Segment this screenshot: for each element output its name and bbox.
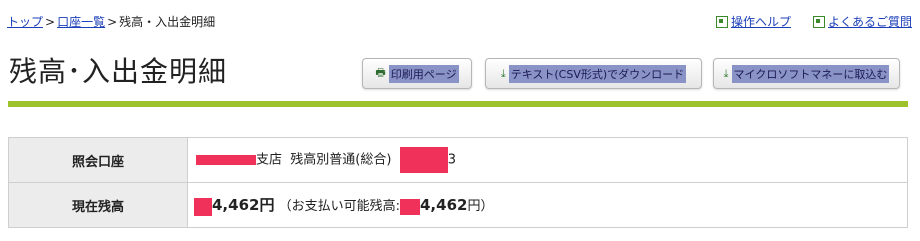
print-page-label: 印刷用ページ bbox=[388, 64, 459, 83]
breadcrumb-top-link[interactable]: トップ bbox=[7, 15, 43, 29]
printer-icon: 🖶 bbox=[375, 66, 386, 79]
account-number-tail: 3 bbox=[447, 152, 456, 168]
current-balance: 4,462 bbox=[212, 196, 260, 215]
available-balance: 4,462 bbox=[420, 196, 468, 215]
page-title: 残高･入出金明細 bbox=[9, 55, 228, 88]
download-icon: ⤓ bbox=[500, 66, 506, 80]
new-window-icon bbox=[715, 16, 728, 28]
operation-help-link[interactable]: 操作ヘルプ bbox=[715, 14, 791, 30]
account-value: 支店 残高別普通(総合) 3 bbox=[187, 137, 908, 183]
faq-label: よくあるご質問 bbox=[827, 15, 912, 29]
top-bar: トップ > 口座一覧 > 残高・入出金明細 操作ヘルプ よくあるご質問 bbox=[0, 0, 920, 34]
section-divider bbox=[8, 101, 908, 107]
faq-link[interactable]: よくあるご質問 bbox=[812, 14, 912, 30]
breadcrumb-current: 残高・入出金明細 bbox=[119, 15, 216, 29]
ms-money-import-label: マイクロソフトマネーに取込む bbox=[731, 64, 890, 83]
account-label: 照会口座 bbox=[8, 137, 188, 183]
yen-unit: 円 bbox=[259, 196, 275, 215]
help-links: 操作ヘルプ よくあるご質問 bbox=[715, 14, 912, 30]
print-page-button[interactable]: 🖶 印刷用ページ bbox=[362, 58, 472, 89]
redacted-branch-name bbox=[196, 155, 256, 165]
csv-download-button[interactable]: ⤓ テキスト(CSV形式)でダウンロード bbox=[485, 58, 702, 89]
redacted-available-digits bbox=[400, 198, 420, 215]
operation-help-label: 操作ヘルプ bbox=[730, 15, 791, 29]
breadcrumb-accounts-link[interactable]: 口座一覧 bbox=[57, 15, 105, 29]
new-window-icon bbox=[812, 16, 825, 28]
breadcrumb: トップ > 口座一覧 > 残高・入出金明細 bbox=[7, 14, 215, 30]
account-type: 残高別普通(総合) bbox=[290, 152, 392, 168]
redacted-balance-digits bbox=[194, 197, 212, 216]
branch-suffix: 支店 bbox=[256, 152, 283, 168]
breadcrumb-separator: > bbox=[107, 15, 118, 29]
account-info-table: 照会口座 支店 残高別普通(総合) 3 現在残高 4,462円 （お支払い可能残… bbox=[8, 137, 908, 228]
available-balance-suffix: 円） bbox=[467, 199, 494, 215]
table-row: 現在残高 4,462円 （お支払い可能残高: 4,462円） bbox=[8, 182, 908, 228]
balance-value: 4,462円 （お支払い可能残高: 4,462円） bbox=[187, 182, 908, 228]
table-row: 照会口座 支店 残高別普通(総合) 3 bbox=[8, 137, 908, 183]
download-icon: ⤓ bbox=[723, 66, 729, 80]
csv-download-label: テキスト(CSV形式)でダウンロード bbox=[508, 64, 687, 83]
balance-label: 現在残高 bbox=[8, 182, 188, 228]
redacted-account-number bbox=[399, 147, 448, 173]
available-balance-prefix: （お支払い可能残高: bbox=[278, 199, 400, 215]
breadcrumb-separator: > bbox=[45, 15, 56, 29]
ms-money-import-button[interactable]: ⤓ マイクロソフトマネーに取込む bbox=[713, 58, 900, 89]
